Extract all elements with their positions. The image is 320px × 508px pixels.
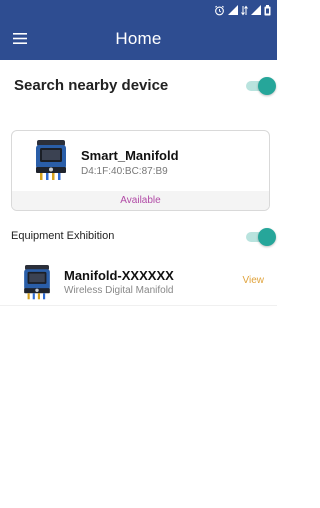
device-card[interactable]: Smart_Manifold D4:1F:40:BC:87:B9 Availab… (11, 130, 270, 211)
status-bar (0, 0, 277, 20)
equipment-exhibition-toggle[interactable] (246, 228, 276, 246)
search-nearby-toggle[interactable] (246, 77, 276, 95)
manifold-device-icon (36, 140, 66, 180)
signal-icon (251, 5, 261, 15)
equipment-exhibition-row: Equipment Exhibition (0, 225, 277, 249)
list-item[interactable]: Manifold-XXXXXX Wireless Digital Manifol… (0, 258, 277, 306)
page-title: Home (115, 29, 162, 48)
battery-icon (264, 4, 271, 16)
equipment-subtitle: Wireless Digital Manifold (64, 285, 174, 296)
toggle-thumb (258, 228, 276, 246)
toggle-thumb (258, 77, 276, 95)
device-status: Available (12, 191, 269, 210)
search-nearby-label: Search nearby device (14, 77, 169, 94)
equipment-name: Manifold-XXXXXX (64, 268, 174, 283)
manifold-device-icon (24, 265, 50, 300)
data-arrows-icon (241, 5, 248, 16)
app-bar: Home (0, 20, 277, 60)
status-icons (214, 2, 271, 18)
device-name: Smart_Manifold (81, 148, 179, 163)
equipment-exhibition-label: Equipment Exhibition (11, 230, 115, 242)
search-nearby-row: Search nearby device (0, 60, 277, 112)
view-link[interactable]: View (243, 275, 265, 286)
device-mac-address: D4:1F:40:BC:87:B9 (81, 166, 168, 177)
signal-icon (228, 5, 238, 15)
alarm-icon (214, 5, 225, 16)
